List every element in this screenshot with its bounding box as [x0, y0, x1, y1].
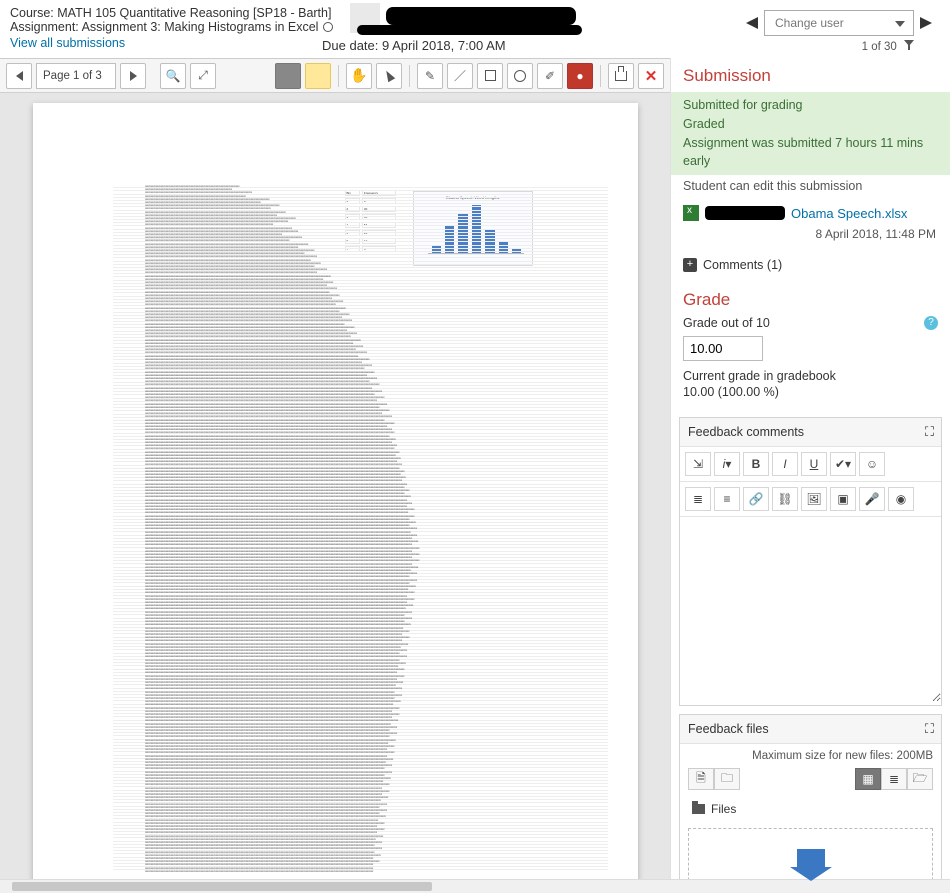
italic-button[interactable]: I: [772, 452, 798, 476]
highlight-tool[interactable]: ✐: [537, 63, 563, 89]
styles-button[interactable]: i▾: [714, 452, 740, 476]
view-all-submissions-link[interactable]: View all submissions: [10, 36, 125, 50]
emoji-button[interactable]: ☺: [859, 452, 885, 476]
pdf-page[interactable]: BinFrequency 18230 345454 526612 75 Obam…: [33, 103, 638, 893]
line-tool[interactable]: ／: [447, 63, 473, 89]
download-arrow-icon: [797, 849, 825, 867]
filter-icon[interactable]: [904, 40, 914, 50]
user-block: [350, 3, 380, 33]
grade-input[interactable]: [683, 336, 763, 361]
due-date: Due date: 9 April 2018, 7:00 AM: [322, 38, 506, 53]
add-folder-button[interactable]: 🗀: [714, 768, 740, 790]
unlink-button[interactable]: ⛓: [772, 487, 798, 511]
oval-tool[interactable]: [507, 63, 533, 89]
feedback-textarea[interactable]: [680, 517, 941, 702]
add-file-button[interactable]: 🗎: [688, 768, 714, 790]
change-user-select[interactable]: Change user: [764, 10, 914, 36]
toolbar-toggle-button[interactable]: ⇲: [685, 452, 711, 476]
next-page-button[interactable]: [120, 63, 146, 89]
expand-button[interactable]: ⤢: [190, 63, 216, 89]
stamp-tool[interactable]: [608, 63, 634, 89]
user-count: 1 of 30: [862, 41, 897, 53]
rectangle-tool[interactable]: [477, 63, 503, 89]
xlsx-icon: [683, 205, 699, 221]
select-tool[interactable]: [376, 63, 402, 89]
hand-tool[interactable]: ✋: [346, 63, 372, 89]
view-tree-button[interactable]: 🗁: [907, 768, 933, 790]
underline-button[interactable]: U: [801, 452, 827, 476]
brush-button[interactable]: ✔▾: [830, 452, 856, 476]
redacted-email: [357, 25, 582, 35]
pdf-toolbar: Page 1 of 3 🔍 ⤢ ✋ ✎ ／ ✐ ● ✕: [0, 59, 670, 93]
media-button[interactable]: ▣: [830, 487, 856, 511]
ul-button[interactable]: ≣: [685, 487, 711, 511]
view-icons-button[interactable]: ▦: [855, 768, 881, 790]
search-button[interactable]: 🔍: [160, 63, 186, 89]
plus-icon: +: [683, 258, 697, 272]
feedback-comments-panel: Feedback comments ⛶ ⇲ i▾ B I U ✔▾ ☺ ≣ ≡ …: [679, 417, 942, 706]
files-root-row[interactable]: Files: [688, 798, 933, 820]
feedback-files-label: Feedback files: [688, 722, 769, 736]
feedback-files-panel: Feedback files ⛶ Maximum size for new fi…: [679, 714, 942, 893]
page-indicator[interactable]: Page 1 of 3: [36, 63, 116, 89]
image-button[interactable]: 🖼: [801, 487, 827, 511]
gradebook-label: Current grade in gradebook: [683, 369, 938, 383]
redacted-username: [386, 7, 576, 25]
feedback-comments-label: Feedback comments: [688, 425, 804, 439]
help-icon[interactable]: ?: [924, 316, 938, 330]
horizontal-scrollbar[interactable]: [0, 879, 950, 893]
comment-color-dark[interactable]: [275, 63, 301, 89]
gradebook-value: 10.00 (100.00 %): [683, 385, 938, 399]
link-button[interactable]: 🔗: [743, 487, 769, 511]
ol-button[interactable]: ≡: [714, 487, 740, 511]
close-annot-button[interactable]: ✕: [638, 63, 664, 89]
gear-icon[interactable]: [322, 21, 334, 33]
scrollbar-thumb[interactable]: [12, 882, 432, 891]
grade-out-of-label: Grade out of 10: [683, 316, 770, 330]
prev-page-button[interactable]: [6, 63, 32, 89]
submission-status: Submitted for grading Graded Assignment …: [671, 92, 950, 175]
drop-tool[interactable]: ●: [567, 63, 593, 89]
redacted-filename: [705, 206, 785, 220]
pen-tool[interactable]: ✎: [417, 63, 443, 89]
editor-toolbar: ⇲ i▾ B I U ✔▾ ☺: [680, 447, 941, 482]
submission-editable-note: Student can edit this submission: [671, 175, 950, 201]
document-viewer: Page 1 of 3 🔍 ⤢ ✋ ✎ ／ ✐ ● ✕: [0, 58, 670, 893]
assignment-breadcrumb[interactable]: Assignment: Assignment 3: Making Histogr…: [10, 20, 318, 34]
bold-button[interactable]: B: [743, 452, 769, 476]
expand-icon[interactable]: ⛶: [925, 424, 933, 440]
comment-color-yellow[interactable]: [305, 63, 331, 89]
max-size-label: Maximum size for new files: 200MB: [680, 744, 941, 762]
folder-icon: [692, 804, 705, 814]
file-date: 8 April 2018, 11:48 PM: [671, 225, 950, 251]
prev-user-button[interactable]: [740, 17, 758, 29]
grade-heading: Grade: [671, 282, 950, 316]
record-audio-button[interactable]: 🎤: [859, 487, 885, 511]
view-details-button[interactable]: ≣: [881, 768, 907, 790]
next-user-button[interactable]: [920, 17, 938, 29]
record-video-button[interactable]: ◉: [888, 487, 914, 511]
submitted-file-link[interactable]: Obama Speech.xlsx: [791, 206, 907, 221]
expand-icon[interactable]: ⛶: [925, 721, 933, 737]
comments-toggle[interactable]: + Comments (1): [671, 251, 950, 282]
submission-heading: Submission: [671, 58, 950, 92]
